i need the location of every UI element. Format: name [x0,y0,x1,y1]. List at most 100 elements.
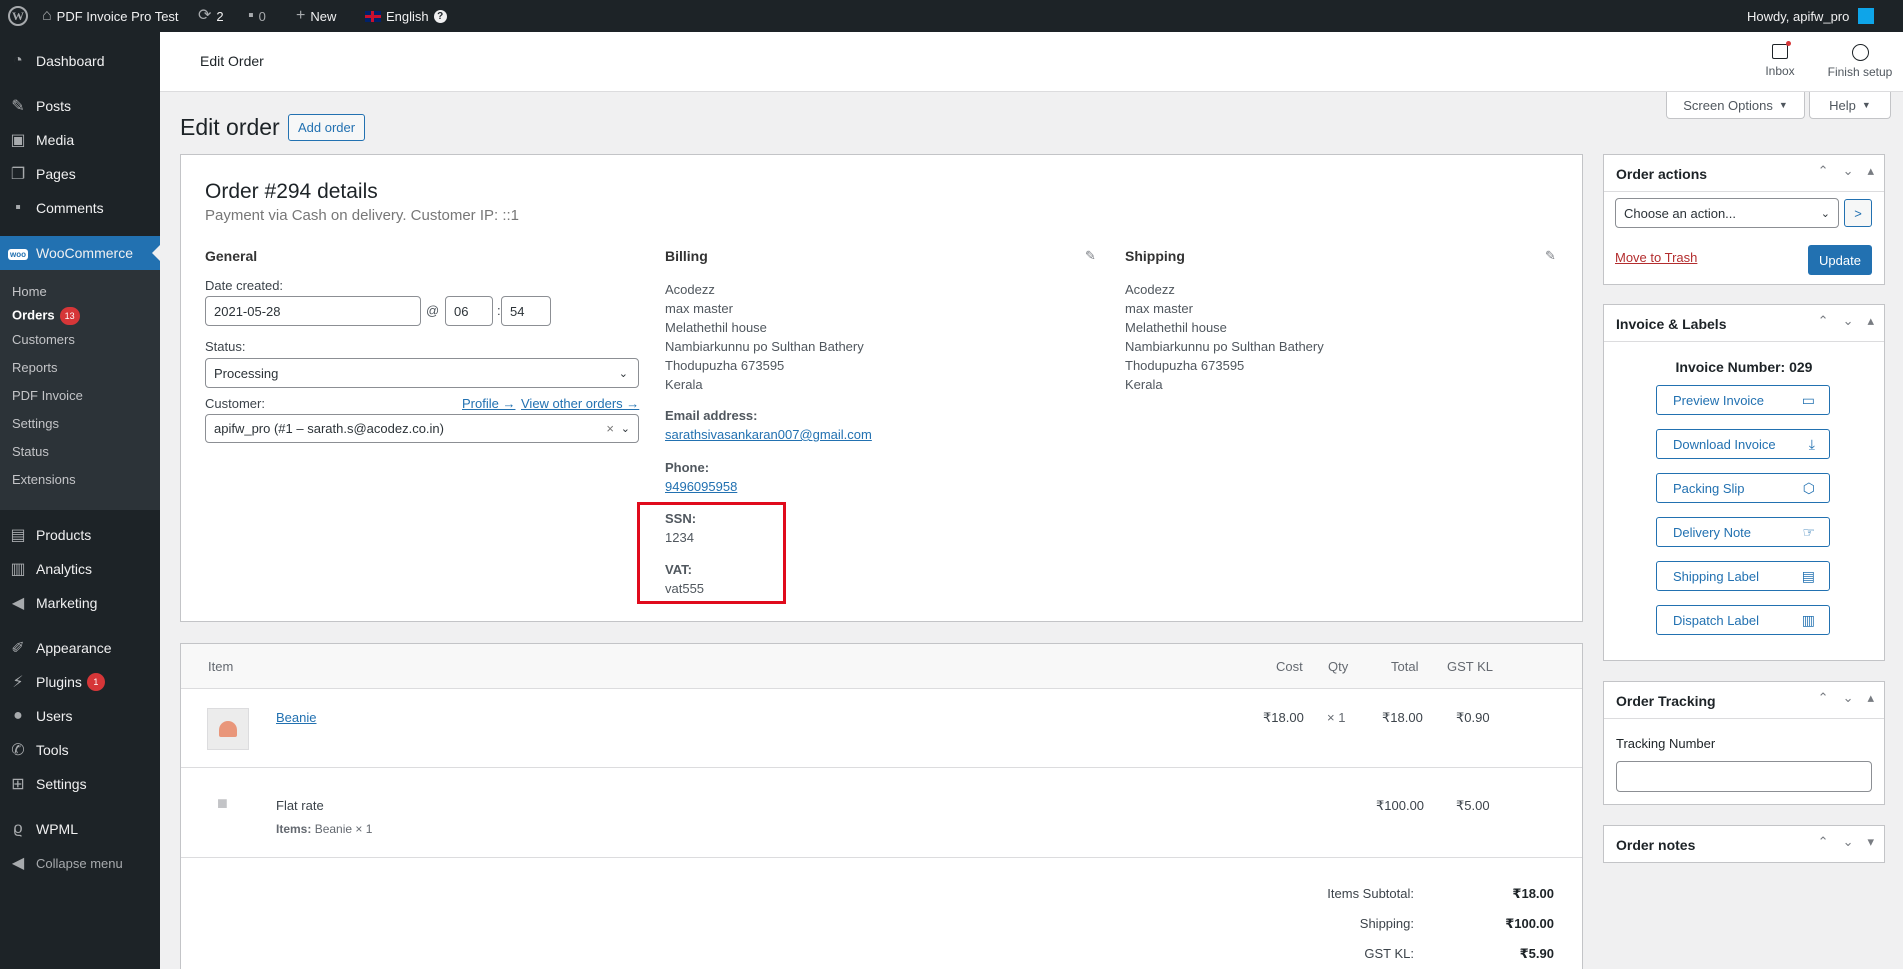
comments-link[interactable]: ▪ 0 [248,0,266,32]
menu-dashboard[interactable]: ◔ Dashboard [0,44,160,78]
billing-line: Nambiarkunnu po Sulthan Bathery [665,339,864,354]
delivery-note-button[interactable]: Delivery Note ☞ [1656,517,1830,547]
submenu-extensions[interactable]: Extensions [12,472,76,487]
my-account-link[interactable]: Howdy, apifw_pro [1747,0,1875,32]
menu-comments[interactable]: ▪ Comments [0,191,160,225]
updates-count: 2 [216,8,224,24]
add-order-button[interactable]: Add order [288,114,366,141]
status-select[interactable]: Processing ⌄ [205,358,639,388]
menu-posts[interactable]: ✎ Posts [0,89,160,123]
order-action-select[interactable]: Choose an action... ⌄ [1615,198,1839,228]
language-switcher[interactable]: English? [365,0,447,32]
chevron-down-icon: ⌄ [1820,207,1830,220]
screen-options-label: Screen Options [1683,97,1773,113]
comment-icon: ▪ [248,7,254,24]
order-tracking-title: Order Tracking [1616,693,1716,709]
submenu-label: Orders [12,307,55,323]
email-link[interactable]: sarathsivasankaran007@gmail.com [665,427,872,442]
caret-down-icon: ▼ [1778,100,1788,110]
menu-analytics[interactable]: ▥ Analytics [0,552,160,586]
move-down-icon[interactable]: ⌄ [1843,163,1854,179]
plus-icon: + [296,7,306,24]
email-label: Email address: [665,408,758,423]
order-actions-title: Order actions [1616,166,1708,182]
menu-media[interactable]: ▣ Media [0,123,160,157]
panel-controls: ⌃ ⌄ ▴ [1818,313,1874,329]
menu-plugins[interactable]: ⚡ Plugins 1 [0,665,160,699]
screen-options-button[interactable]: Screen Options ▼ [1666,92,1805,119]
order-notes-title: Order notes [1616,837,1696,853]
update-button[interactable]: Update [1808,245,1872,275]
move-up-icon[interactable]: ⌃ [1818,163,1829,179]
submenu-status[interactable]: Status [12,444,49,459]
move-up-icon[interactable]: ⌃ [1818,834,1829,850]
product-link[interactable]: Beanie [276,710,316,725]
submenu-home[interactable]: Home [12,284,47,299]
move-to-trash-link[interactable]: Move to Trash [1615,250,1697,265]
toggle-icon[interactable]: ▾ [1867,834,1874,850]
submenu-customers[interactable]: Customers [12,332,75,347]
download-invoice-button[interactable]: Download Invoice ⤓ [1656,429,1830,459]
menu-tools[interactable]: ✆ Tools [0,733,160,767]
menu-settings[interactable]: ⊞ Settings [0,767,160,801]
inbox-button[interactable]: Inbox [1750,41,1810,78]
clear-icon[interactable]: × [606,421,614,436]
items-label: Items: [276,822,312,836]
minute-input[interactable]: 54 [501,296,551,326]
updates-link[interactable]: ⟳ 2 [198,0,224,32]
submenu-pdf-invoice[interactable]: PDF Invoice [12,388,83,403]
column-header-gst: GST KL [1447,659,1494,674]
shipping-label-button[interactable]: Shipping Label ▤ [1656,561,1830,591]
menu-label: Marketing [36,595,98,611]
preview-invoice-button[interactable]: Preview Invoice ▭ [1656,385,1830,415]
submenu-reports[interactable]: Reports [12,360,58,375]
menu-products[interactable]: ▤ Products [0,518,160,552]
menu-pages[interactable]: ❐ Pages [0,157,160,191]
new-content-link[interactable]: + New [296,0,336,32]
progress-circle-icon [1851,44,1869,61]
comment-icon: ▪ [15,199,21,216]
tracking-number-input[interactable] [1616,761,1872,792]
menu-label: Users [36,708,73,724]
panel-divider [1604,191,1884,192]
edit-shipping-pencil-icon[interactable]: ✎ [1545,248,1556,264]
phone-link[interactable]: 9496095958 [665,479,737,494]
menu-marketing[interactable]: ◀ Marketing [0,586,160,620]
menu-wpml[interactable]: ϱ WPML [0,812,160,846]
move-up-icon[interactable]: ⌃ [1818,313,1829,329]
menu-label: Collapse menu [36,855,123,871]
menu-appearance[interactable]: ✐ Appearance [0,631,160,665]
delivery-icon: ☞ [1802,524,1815,540]
site-name-link[interactable]: ⌂ PDF Invoice Pro Test [42,0,179,32]
help-button[interactable]: Help ▼ [1809,92,1891,119]
packing-slip-button[interactable]: Packing Slip ⬡ [1656,473,1830,503]
subtotal-label: Items Subtotal: [1327,886,1414,901]
submenu-orders[interactable]: Orders 13 [12,307,80,325]
wordpress-logo-icon[interactable]: W [8,0,28,32]
menu-users[interactable]: ● Users [0,699,160,733]
toggle-icon[interactable]: ▴ [1867,163,1874,179]
move-up-icon[interactable]: ⌃ [1818,690,1829,706]
menu-label: Tools [36,742,69,758]
submenu-settings[interactable]: Settings [12,416,59,431]
apply-action-button[interactable]: > [1844,199,1872,227]
move-down-icon[interactable]: ⌄ [1843,690,1854,706]
move-down-icon[interactable]: ⌄ [1843,834,1854,850]
at-separator: @ [426,303,440,318]
button-label: Download Invoice [1673,436,1776,452]
move-down-icon[interactable]: ⌄ [1843,313,1854,329]
view-other-orders-link[interactable]: View other orders → [521,396,639,411]
hour-input[interactable]: 06 [445,296,493,326]
edit-billing-pencil-icon[interactable]: ✎ [1085,248,1096,264]
profile-link[interactable]: Profile → [462,396,515,411]
customer-select[interactable]: apifw_pro (#1 – sarath.s@acodez.co.in) × ⌄ [205,414,639,443]
dispatch-label-button[interactable]: Dispatch Label ▥ [1656,605,1830,635]
row-divider [181,857,1582,858]
collapse-menu-button[interactable]: ◀ Collapse menu [0,846,160,880]
toggle-icon[interactable]: ▴ [1867,690,1874,706]
finish-setup-button[interactable]: Finish setup [1820,44,1900,79]
menu-woocommerce[interactable]: woo WooCommerce [0,236,160,270]
toggle-icon[interactable]: ▴ [1867,313,1874,329]
date-input[interactable]: 2021-05-28 [205,296,421,326]
shipping-gst: ₹5.00 [1456,798,1490,813]
